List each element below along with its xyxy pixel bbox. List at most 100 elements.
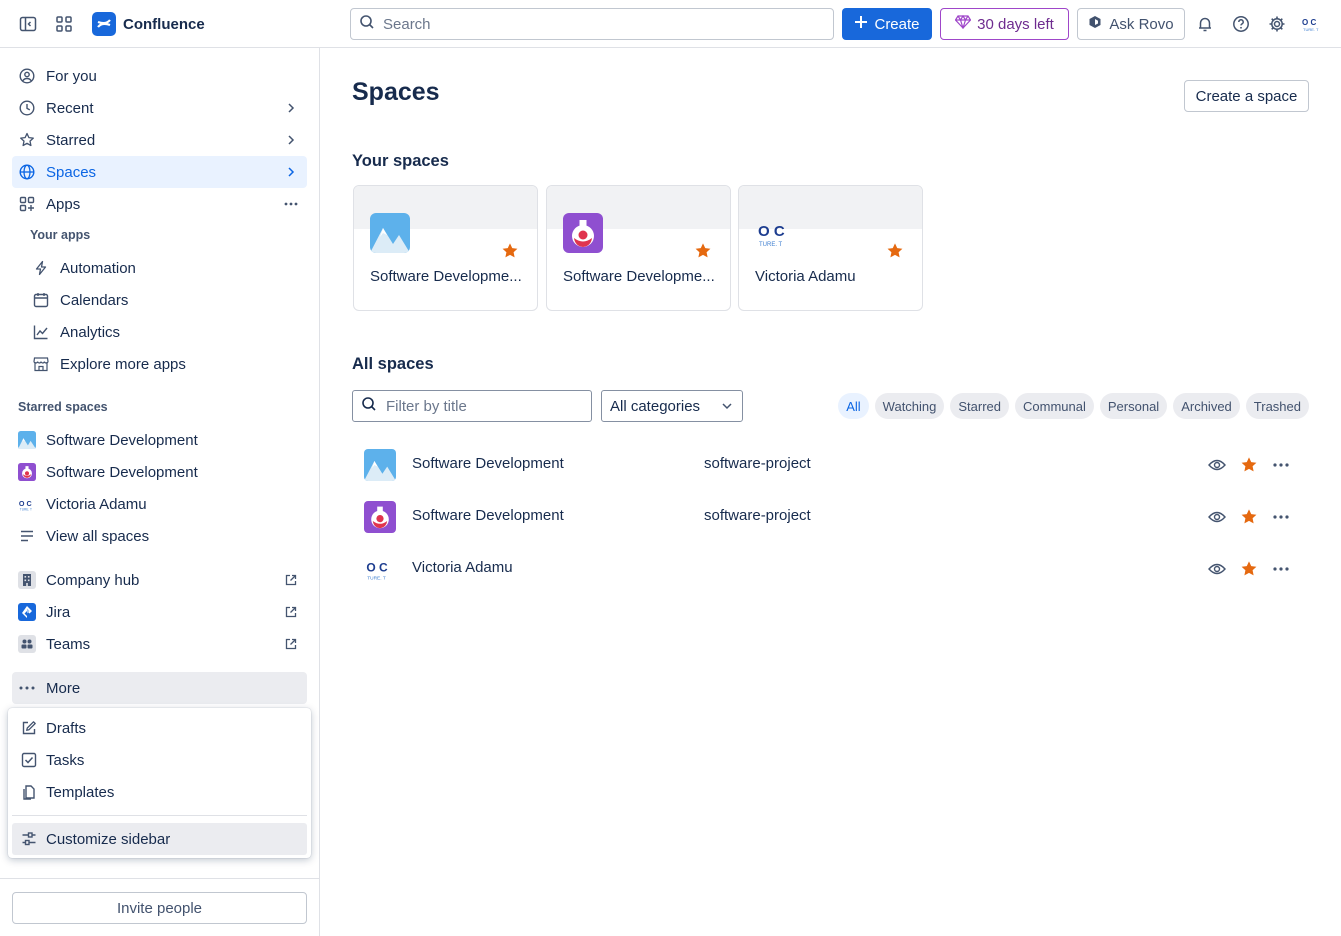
more-options-icon[interactable] <box>1271 455 1291 475</box>
sidebar-item-jira[interactable]: Jira <box>12 596 307 628</box>
chevron-right-icon[interactable] <box>283 132 299 148</box>
more-options-icon[interactable] <box>1271 507 1291 527</box>
sidebar-item-recent[interactable]: Recent <box>12 92 307 124</box>
sidebar-item-teams[interactable]: Teams <box>12 628 307 660</box>
create-button[interactable]: Create <box>842 8 932 40</box>
external-link-icon[interactable] <box>283 604 299 620</box>
starred-space-software-dev-2[interactable]: Software Development <box>12 456 307 488</box>
invite-people-button[interactable]: Invite people <box>12 892 307 924</box>
sidebar-item-spaces[interactable]: Spaces <box>12 156 307 188</box>
confluence-logo-icon <box>92 12 116 36</box>
category-select[interactable]: All categories <box>601 390 743 422</box>
space-key: software-project <box>704 455 811 472</box>
chip-trashed[interactable]: Trashed <box>1245 393 1309 419</box>
chip-communal[interactable]: Communal <box>1015 393 1094 419</box>
svg-text:TURE. T: TURE. T <box>367 575 386 581</box>
sidebar-item-analytics[interactable]: Analytics <box>12 316 307 348</box>
table-row[interactable]: O C TURE. T Victoria Adamu <box>352 543 1309 595</box>
space-card-victoria-adamu[interactable]: O C TURE. T Victoria Adamu <box>738 185 923 311</box>
menu-item-label: Tasks <box>46 751 85 769</box>
table-row[interactable]: Software Development software-project <box>352 491 1309 543</box>
search-input[interactable]: Search <box>350 8 834 40</box>
menu-item-tasks[interactable]: Tasks <box>12 744 307 776</box>
star-filled-icon[interactable] <box>1239 507 1259 527</box>
watch-eye-icon[interactable] <box>1207 455 1227 475</box>
svg-text:TURE. T: TURE. T <box>20 507 32 511</box>
starred-space-victoria-adamu[interactable]: O C TURE. T Victoria Adamu <box>12 488 307 520</box>
sidebar-item-for-you[interactable]: For you <box>12 60 307 92</box>
more-options-icon[interactable] <box>283 196 299 212</box>
space-mountain-icon <box>370 213 410 253</box>
profile-avatar[interactable]: O C TURE. T <box>1300 12 1324 36</box>
customize-sliders-icon <box>20 831 38 847</box>
menu-item-customize-sidebar[interactable]: Customize sidebar <box>12 823 307 855</box>
lightning-icon <box>32 259 50 277</box>
svg-text:TURE. T: TURE. T <box>759 242 783 248</box>
chip-all[interactable]: All <box>838 393 869 419</box>
your-spaces-heading: Your spaces <box>352 152 449 170</box>
sidebar-toggle-icon[interactable] <box>16 12 40 36</box>
external-link-icon[interactable] <box>283 636 299 652</box>
sidebar-item-label: Apps <box>46 195 81 213</box>
table-row[interactable]: Software Development software-project <box>352 439 1309 491</box>
sidebar-item-calendars[interactable]: Calendars <box>12 284 307 316</box>
your-apps-heading: Your apps <box>30 228 91 242</box>
sidebar-item-label: Software Development <box>46 431 198 449</box>
trial-button[interactable]: 30 days left <box>940 8 1069 40</box>
sidebar-item-more[interactable]: More <box>12 672 307 704</box>
app-switcher-icon[interactable] <box>52 12 76 36</box>
filter-by-title-input[interactable]: Filter by title <box>352 390 592 422</box>
sidebar-item-label: Victoria Adamu <box>46 495 147 513</box>
chip-personal[interactable]: Personal <box>1099 393 1168 419</box>
create-space-button[interactable]: Create a space <box>1184 80 1309 112</box>
sidebar-item-automation[interactable]: Automation <box>12 252 307 284</box>
rovo-icon <box>1088 15 1102 33</box>
sidebar-item-apps[interactable]: Apps <box>12 188 307 220</box>
diamond-icon <box>954 14 972 33</box>
space-card-software-dev-2[interactable]: Software Developme... <box>546 185 731 311</box>
ask-rovo-button[interactable]: Ask Rovo <box>1077 8 1185 40</box>
space-card-software-dev-1[interactable]: Software Developme... <box>353 185 538 311</box>
help-icon[interactable] <box>1229 12 1253 36</box>
space-name[interactable]: Software Development <box>412 507 564 524</box>
settings-gear-icon[interactable] <box>1265 12 1289 36</box>
external-link-icon[interactable] <box>283 572 299 588</box>
star-filled-icon[interactable] <box>886 242 904 260</box>
bell-icon[interactable] <box>1193 12 1217 36</box>
sidebar-item-company-hub[interactable]: Company hub <box>12 564 307 596</box>
category-select-value: All categories <box>610 397 701 415</box>
menu-item-label: Templates <box>46 783 115 801</box>
search-placeholder: Search <box>383 15 431 33</box>
main-content: Spaces Create a space Your spaces Softwa… <box>320 48 1341 936</box>
watch-eye-icon[interactable] <box>1207 507 1227 527</box>
space-name[interactable]: Software Development <box>412 455 564 472</box>
chip-starred[interactable]: Starred <box>950 393 1010 419</box>
menu-item-label: Drafts <box>46 719 87 737</box>
sidebar-item-starred[interactable]: Starred <box>12 124 307 156</box>
starred-space-software-dev-1[interactable]: Software Development <box>12 424 307 456</box>
sidebar-item-label: Automation <box>60 259 136 277</box>
space-card-title: Victoria Adamu <box>755 268 856 285</box>
star-filled-icon[interactable] <box>1239 559 1259 579</box>
sidebar-item-explore-apps[interactable]: Explore more apps <box>12 348 307 380</box>
chevron-right-icon[interactable] <box>283 164 299 180</box>
confluence-logo[interactable]: Confluence <box>92 12 205 36</box>
space-oc-logo-icon: O C TURE. T <box>18 495 36 513</box>
chip-archived[interactable]: Archived <box>1173 393 1240 419</box>
chevron-right-icon[interactable] <box>283 100 299 116</box>
star-filled-icon[interactable] <box>694 242 712 260</box>
clock-icon <box>18 99 36 117</box>
menu-item-drafts[interactable]: Drafts <box>12 712 307 744</box>
watch-eye-icon[interactable] <box>1207 559 1227 579</box>
sidebar-item-view-all-spaces[interactable]: View all spaces <box>12 520 307 552</box>
star-filled-icon[interactable] <box>501 242 519 260</box>
star-outline-icon <box>18 131 36 149</box>
chip-watching[interactable]: Watching <box>874 393 945 419</box>
sidebar-item-label: Recent <box>46 99 94 117</box>
menu-item-templates[interactable]: Templates <box>12 776 307 808</box>
sidebar-footer-divider <box>0 878 319 879</box>
space-name[interactable]: Victoria Adamu <box>412 559 513 576</box>
more-options-icon[interactable] <box>1271 559 1291 579</box>
star-filled-icon[interactable] <box>1239 455 1259 475</box>
space-card-title: Software Developme... <box>563 268 715 285</box>
